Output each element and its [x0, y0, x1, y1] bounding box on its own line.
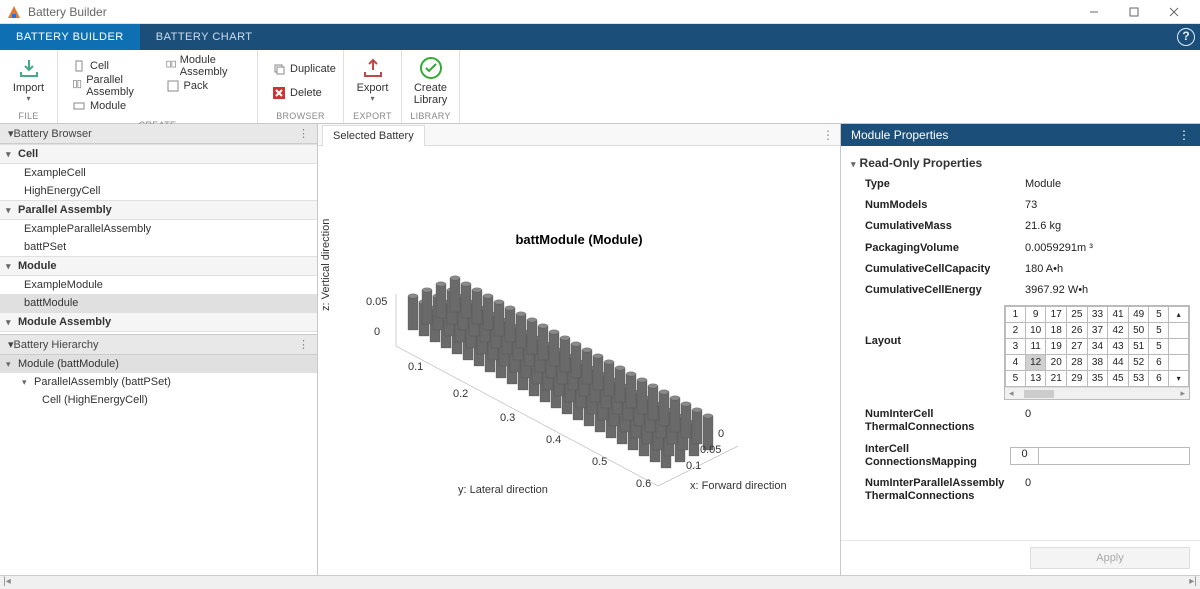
create-parallel-button[interactable]: Parallel Assembly: [68, 76, 154, 96]
viewer-tabs: Selected Battery ⋮: [318, 124, 840, 146]
tab-battery-chart[interactable]: BATTERY CHART: [140, 24, 269, 50]
hierarchy-tree: ▾Module (battModule) ▾ParallelAssembly (…: [0, 355, 317, 575]
create-library-icon: [419, 56, 443, 80]
create-cell-button[interactable]: Cell: [68, 56, 154, 76]
cell-icon: [72, 59, 86, 73]
hierarchy-item[interactable]: Cell (HighEnergyCell): [0, 391, 317, 409]
tab-battery-builder[interactable]: BATTERY BUILDER: [0, 24, 140, 50]
browser-item-selected[interactable]: battModule: [0, 294, 317, 312]
battery-3d-viewer[interactable]: battModule (Module) 0.05 0 0.1 0.2 0.3 0…: [318, 146, 840, 575]
close-button[interactable]: [1154, 0, 1194, 23]
browser-item[interactable]: ExampleModule: [0, 276, 317, 294]
hierarchy-item[interactable]: ▾Module (battModule): [0, 355, 317, 373]
help-button[interactable]: ?: [1172, 24, 1200, 50]
window-title: Battery Builder: [28, 5, 1074, 19]
ribbon-tabs: BATTERY BUILDER BATTERY CHART ?: [0, 24, 1200, 50]
statusbar: |◂ ▸|: [0, 575, 1200, 589]
duplicate-button[interactable]: Duplicate: [268, 59, 340, 79]
statusbar-left-arrow[interactable]: |◂: [0, 576, 14, 589]
group-label-browser: BROWSER: [258, 111, 343, 123]
browser-section-module[interactable]: ▾Module: [0, 256, 317, 276]
plot-title: battModule (Module): [318, 232, 840, 247]
browser-section-module-assembly[interactable]: ▾Module Assembly: [0, 312, 317, 332]
more-icon[interactable]: ⋮: [298, 127, 309, 140]
maximize-button[interactable]: [1114, 0, 1154, 23]
more-icon[interactable]: ⋮: [1178, 128, 1190, 142]
browser-item[interactable]: ExampleCell: [0, 164, 317, 182]
create-module-assembly-button[interactable]: Module Assembly: [162, 56, 248, 76]
z-axis-label: z: Vertical direction: [320, 219, 332, 311]
battery-module-render: [358, 256, 818, 516]
minimize-button[interactable]: [1074, 0, 1114, 23]
properties-body: ▾Read-Only Properties TypeModule NumMode…: [841, 146, 1200, 540]
chevron-down-icon: ▾: [370, 94, 374, 103]
delete-button[interactable]: Delete: [268, 83, 340, 103]
import-icon: [17, 56, 41, 80]
browser-item[interactable]: HighEnergyCell: [0, 182, 317, 200]
readonly-section[interactable]: ▾Read-Only Properties: [851, 152, 1190, 174]
browser-item[interactable]: battPSet: [0, 238, 317, 256]
module-properties-header: Module Properties ⋮: [841, 124, 1200, 146]
group-label-library: LIBRARY: [402, 111, 459, 123]
group-label-file: FILE: [0, 111, 57, 123]
layout-table[interactable]: 1917253341495▴21018263742505311192734435…: [1004, 305, 1190, 400]
duplicate-icon: [272, 62, 286, 76]
titlebar: Battery Builder: [0, 0, 1200, 24]
y-axis-label: y: Lateral direction: [458, 484, 548, 496]
tab-selected-battery[interactable]: Selected Battery: [322, 125, 425, 146]
browser-section-parallel[interactable]: ▾Parallel Assembly: [0, 200, 317, 220]
create-pack-button[interactable]: Pack: [162, 76, 248, 96]
group-label-export: EXPORT: [344, 111, 401, 123]
x-axis-label: x: Forward direction: [690, 480, 787, 492]
export-icon: [361, 56, 385, 80]
delete-icon: [272, 86, 286, 100]
export-button[interactable]: Export ▾: [350, 52, 395, 109]
create-module-button[interactable]: Module: [68, 96, 154, 116]
toolstrip: Import ▾ FILE Cell Parallel Assembly Mod…: [0, 50, 1200, 124]
parallel-icon: [72, 79, 82, 93]
hierarchy-item[interactable]: ▾ParallelAssembly (battPSet): [0, 373, 317, 391]
layout-scrollbar[interactable]: ◂▸: [1005, 387, 1189, 399]
browser-item[interactable]: ExampleParallelAssembly: [0, 220, 317, 238]
battery-browser-tree: ▾Cell ExampleCell HighEnergyCell ▾Parall…: [0, 144, 317, 334]
more-icon[interactable]: ⋮: [816, 124, 840, 145]
intercell-mapping-input[interactable]: 0: [1010, 447, 1190, 465]
battery-browser-header: ▾ Battery Browser ⋮: [0, 124, 317, 144]
create-library-button[interactable]: CreateLibrary: [408, 52, 453, 109]
module-icon: [72, 99, 86, 113]
battery-hierarchy-header: ▾ Battery Hierarchy ⋮: [0, 335, 317, 355]
apply-button[interactable]: Apply: [1030, 547, 1190, 569]
pack-icon: [166, 79, 180, 93]
chevron-down-icon: ▾: [26, 94, 30, 103]
browser-section-cell[interactable]: ▾Cell: [0, 144, 317, 164]
import-button[interactable]: Import ▾: [6, 52, 51, 109]
module-assembly-icon: [166, 59, 176, 73]
more-icon[interactable]: ⋮: [298, 338, 309, 351]
app-icon: [6, 4, 22, 20]
statusbar-right-arrow[interactable]: ▸|: [1186, 576, 1200, 589]
